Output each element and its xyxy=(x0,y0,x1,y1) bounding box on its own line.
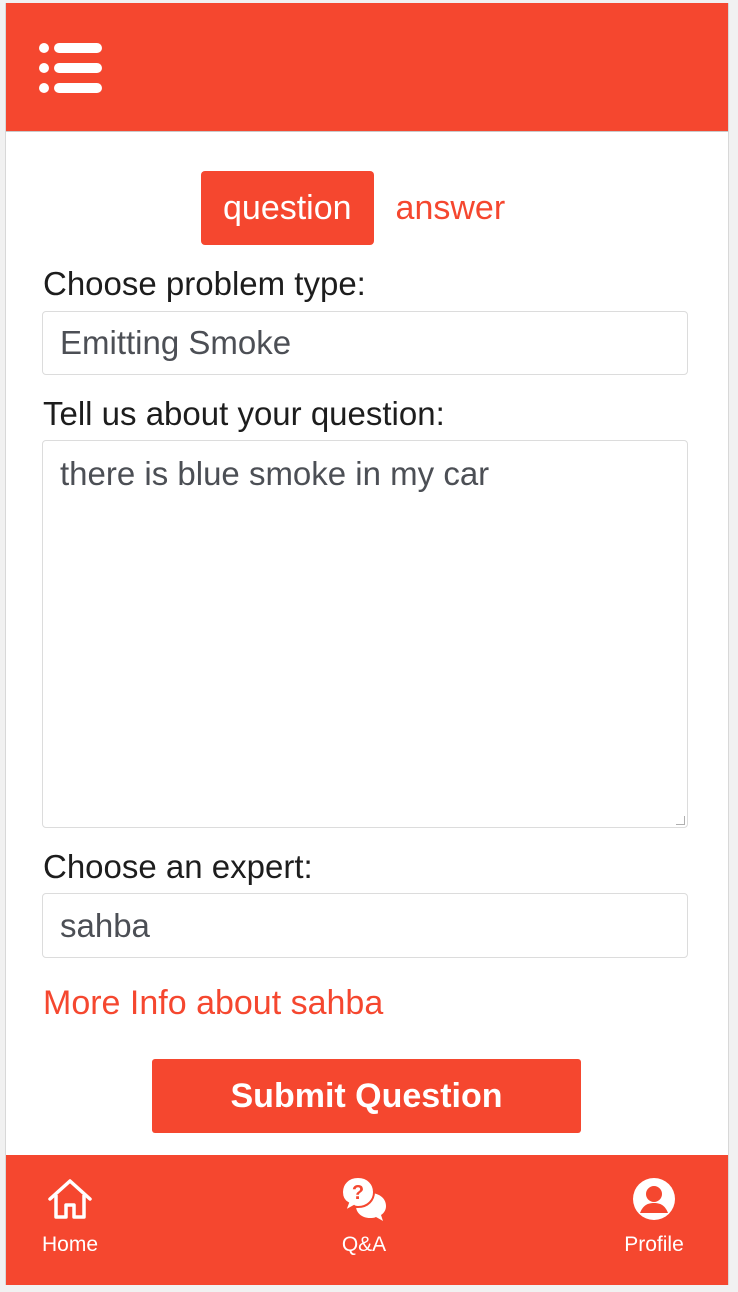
problem-type-value: Emitting Smoke xyxy=(60,324,292,361)
question-answer-toggle: question answer xyxy=(201,171,527,245)
question-text: there is blue smoke in my car xyxy=(60,455,490,492)
menu-button[interactable] xyxy=(38,41,104,95)
nav-qa-label: Q&A xyxy=(341,1233,387,1256)
menu-icon xyxy=(39,43,102,93)
svg-text:?: ? xyxy=(352,1182,364,1204)
nav-home-label: Home xyxy=(41,1233,99,1256)
tab-question[interactable]: question xyxy=(201,171,374,245)
app-header xyxy=(6,3,728,132)
more-info-link[interactable]: More Info about sahba xyxy=(43,984,383,1023)
nav-qa[interactable]: ? Q&A xyxy=(304,1175,424,1257)
nav-home[interactable]: Home xyxy=(10,1175,130,1257)
expert-value: sahba xyxy=(60,906,150,944)
problem-type-label: Choose problem type: xyxy=(43,265,366,302)
bottom-nav: Home ? Q&A Profile xyxy=(6,1155,728,1285)
question-textarea[interactable]: there is blue smoke in my car xyxy=(42,440,688,828)
problem-type-select[interactable]: Emitting Smoke xyxy=(42,311,688,375)
resize-handle[interactable] xyxy=(676,816,685,825)
nav-profile[interactable]: Profile xyxy=(594,1175,714,1257)
home-icon xyxy=(48,1179,92,1219)
qa-icon: ? xyxy=(340,1175,386,1221)
question-label: Tell us about your question: xyxy=(43,395,445,432)
nav-profile-label: Profile xyxy=(624,1233,684,1256)
submit-question-button[interactable]: Submit Question xyxy=(152,1059,581,1133)
profile-icon xyxy=(633,1178,675,1220)
expert-label: Choose an expert: xyxy=(43,848,313,885)
tab-answer[interactable]: answer xyxy=(374,171,528,245)
expert-select[interactable]: sahba xyxy=(42,893,688,958)
app-frame: question answer Choose problem type: Emi… xyxy=(5,3,729,1285)
